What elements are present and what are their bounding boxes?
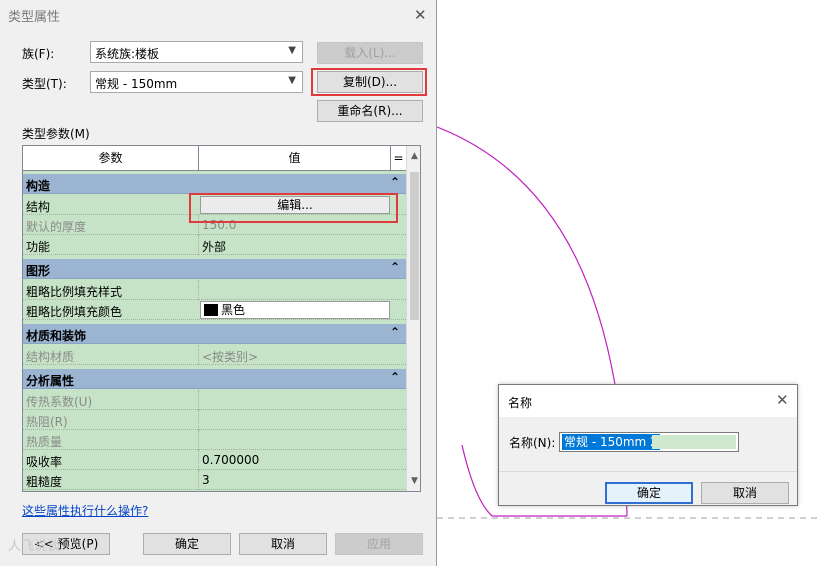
- name-dialog: 名称 ✕ 名称(N): 常规 - 150mm 2 确定 取消: [498, 384, 798, 506]
- param-name: 粗略比例填充样式: [26, 285, 123, 299]
- table-row[interactable]: 粗糙度 3: [23, 470, 406, 490]
- family-label: 族(F):: [22, 47, 55, 61]
- param-name: 结构材质: [26, 350, 75, 364]
- name-input-value: 常规 - 150mm 2: [562, 434, 660, 450]
- table-row: 结构材质 <按类别>: [23, 345, 406, 365]
- cancel-button[interactable]: 取消: [239, 533, 327, 555]
- param-value[interactable]: 外部: [202, 238, 226, 255]
- watermark: 人飞说谈: [8, 539, 61, 554]
- column-header-value[interactable]: 值: [199, 146, 391, 170]
- chevron-down-icon: ▼: [288, 75, 296, 86]
- fill-color-button[interactable]: 黑色: [200, 301, 390, 319]
- name-dialog-titlebar: 名称: [499, 385, 797, 417]
- group-header-analytical[interactable]: 分析属性 ⌃: [23, 369, 406, 389]
- scroll-down-icon[interactable]: ▼: [407, 476, 420, 486]
- chevron-up-icon: ⌃: [389, 325, 400, 339]
- param-name: 功能: [26, 240, 51, 254]
- param-value[interactable]: 0.700000: [202, 453, 259, 467]
- name-dialog-divider: [499, 471, 797, 472]
- table-row: 粗略比例填充颜色 黑色: [23, 300, 406, 320]
- param-name: 热阻(R): [26, 415, 68, 429]
- load-button[interactable]: 载入(L)...: [317, 42, 423, 64]
- group-name: 图形: [26, 264, 51, 278]
- param-name: 吸收率: [26, 455, 63, 469]
- param-name: 传热系数(U): [26, 395, 93, 409]
- type-select[interactable]: 常规 - 150mm ▼: [90, 71, 303, 93]
- color-swatch: [204, 304, 218, 316]
- name-cancel-button[interactable]: 取消: [701, 482, 789, 504]
- group-name: 分析属性: [26, 374, 75, 388]
- dialog-title: 类型属性: [8, 10, 61, 25]
- help-link[interactable]: 这些属性执行什么操作?: [22, 502, 148, 519]
- name-input[interactable]: 常规 - 150mm 2: [559, 432, 739, 452]
- param-name: 默认的厚度: [26, 220, 87, 234]
- duplicate-highlight: [311, 68, 427, 96]
- column-header-param[interactable]: 参数: [23, 146, 199, 170]
- type-properties-dialog: 类型属性 ✕ 族(F): 系统族:楼板 ▼ 载入(L)... 类型(T): 常规…: [0, 0, 437, 566]
- table-row: 传热系数(U): [23, 390, 406, 410]
- rename-button[interactable]: 重命名(R)...: [317, 100, 423, 122]
- table-row[interactable]: 功能 外部: [23, 235, 406, 255]
- grid-scrollbar[interactable]: ▲ ▼: [406, 146, 420, 491]
- table-row: 热阻(R): [23, 410, 406, 430]
- param-name: 粗略比例填充颜色: [26, 305, 123, 319]
- family-value: 系统族:楼板: [95, 47, 160, 61]
- chevron-up-icon: ⌃: [389, 260, 400, 274]
- type-value: 常规 - 150mm: [95, 77, 178, 91]
- name-dialog-title: 名称: [508, 396, 533, 410]
- ok-button[interactable]: 确定: [143, 533, 231, 555]
- close-icon[interactable]: ✕: [776, 393, 789, 408]
- param-name: 粗糙度: [26, 475, 63, 489]
- group-header-construction[interactable]: 构造 ⌃: [23, 174, 406, 194]
- name-ok-button[interactable]: 确定: [605, 482, 693, 504]
- table-row[interactable]: 粗略比例填充样式: [23, 280, 406, 300]
- family-select[interactable]: 系统族:楼板 ▼: [90, 41, 303, 63]
- param-value[interactable]: 3: [202, 473, 210, 487]
- chevron-down-icon: ▼: [288, 45, 296, 56]
- chevron-up-icon: ⌃: [389, 370, 400, 384]
- param-value: <按类别>: [202, 350, 259, 364]
- table-row[interactable]: 吸收率 0.700000: [23, 450, 406, 470]
- group-header-materials[interactable]: 材质和装饰 ⌃: [23, 324, 406, 344]
- group-header-graphics[interactable]: 图形 ⌃: [23, 259, 406, 279]
- type-label: 类型(T):: [22, 77, 67, 91]
- color-name: 黑色: [221, 303, 246, 317]
- param-name: 结构: [26, 200, 51, 214]
- chevron-up-icon: ⌃: [389, 175, 400, 189]
- edit-highlight: [189, 193, 398, 223]
- column-sort-toggle[interactable]: =: [391, 146, 406, 170]
- name-input-selection-tail: [652, 435, 736, 449]
- group-name: 材质和装饰: [26, 329, 87, 343]
- table-row: 热质量: [23, 430, 406, 450]
- scrollbar-thumb[interactable]: [410, 172, 419, 320]
- type-params-label: 类型参数(M): [22, 127, 90, 141]
- apply-button[interactable]: 应用: [335, 533, 423, 555]
- group-name: 构造: [26, 179, 51, 193]
- close-icon[interactable]: ✕: [414, 8, 427, 23]
- scroll-up-icon[interactable]: ▲: [407, 151, 420, 161]
- grid-header: 参数 值 =: [23, 146, 406, 171]
- name-label: 名称(N):: [509, 436, 556, 450]
- param-name: 热质量: [26, 435, 63, 449]
